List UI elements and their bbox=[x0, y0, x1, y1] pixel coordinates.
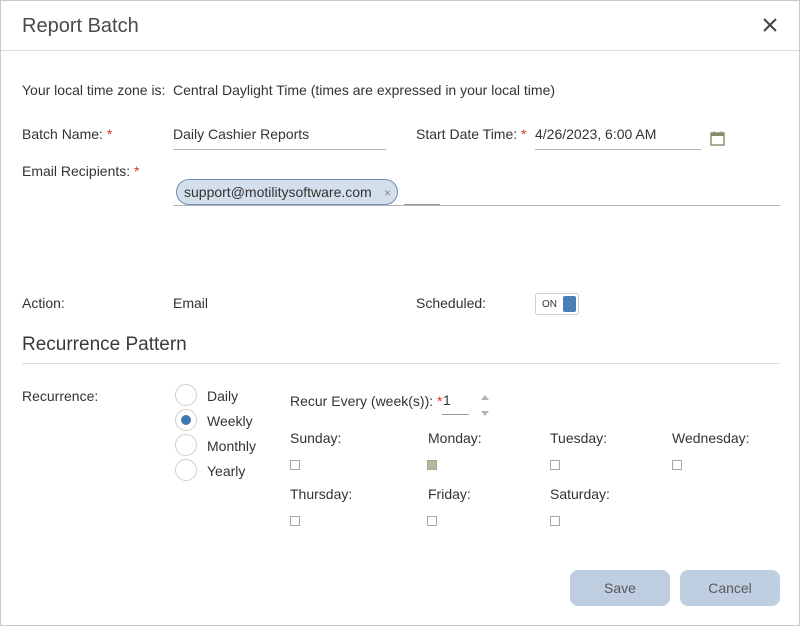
report-batch-dialog: Report Batch Your local time zone is: Ce… bbox=[0, 0, 800, 626]
radio-daily-label[interactable]: Daily bbox=[207, 388, 238, 404]
email-recipients-underline bbox=[173, 205, 780, 206]
recurrence-label: Recurrence: bbox=[22, 388, 99, 404]
day-monday-label: Monday: bbox=[428, 430, 482, 446]
radio-daily[interactable] bbox=[175, 384, 197, 406]
action-label: Action: bbox=[22, 295, 65, 311]
dialog-header: Report Batch bbox=[1, 1, 799, 51]
radio-yearly-label[interactable]: Yearly bbox=[207, 463, 245, 479]
radio-weekly[interactable] bbox=[175, 409, 197, 431]
day-wednesday-checkbox[interactable] bbox=[672, 460, 682, 470]
start-date-time-label: Start Date Time: * bbox=[416, 126, 527, 142]
start-date-time-underline bbox=[535, 149, 701, 150]
close-icon[interactable] bbox=[759, 14, 781, 36]
timezone-label: Your local time zone is: bbox=[22, 82, 166, 98]
chip-remove-icon[interactable]: × bbox=[384, 186, 391, 200]
day-wednesday-label: Wednesday: bbox=[672, 430, 750, 446]
timezone-value: Central Daylight Time (times are express… bbox=[173, 82, 556, 98]
day-friday-label: Friday: bbox=[428, 486, 471, 502]
spinner-up-icon[interactable] bbox=[480, 388, 490, 400]
day-sunday-label: Sunday: bbox=[290, 430, 342, 446]
batch-name-label: Batch Name: * bbox=[22, 126, 113, 142]
dialog-title: Report Batch bbox=[22, 15, 139, 37]
scheduled-toggle[interactable]: ON bbox=[535, 293, 579, 315]
scheduled-label: Scheduled: bbox=[416, 295, 487, 311]
recur-every-input[interactable]: 1 bbox=[442, 390, 469, 415]
recipient-chip-text: support@motilitysoftware.com bbox=[184, 184, 372, 200]
required-mark: * bbox=[521, 126, 527, 142]
radio-weekly-label[interactable]: Weekly bbox=[207, 413, 253, 429]
day-thursday-label: Thursday: bbox=[290, 486, 353, 502]
section-divider bbox=[22, 363, 780, 364]
required-mark: * bbox=[134, 163, 140, 179]
action-value: Email bbox=[173, 295, 209, 311]
radio-monthly[interactable] bbox=[175, 434, 197, 456]
day-sunday-checkbox[interactable] bbox=[290, 460, 300, 470]
day-tuesday-label: Tuesday: bbox=[550, 430, 608, 446]
day-saturday-checkbox[interactable] bbox=[550, 516, 560, 526]
recipient-chip: support@motilitysoftware.com × bbox=[176, 179, 398, 205]
day-tuesday-checkbox[interactable] bbox=[550, 460, 560, 470]
toggle-knob bbox=[563, 296, 576, 312]
spinner-down-icon[interactable] bbox=[480, 404, 490, 416]
day-saturday-label: Saturday: bbox=[550, 486, 610, 502]
start-date-time-input[interactable]: 4/26/2023, 6:00 AM bbox=[535, 126, 656, 142]
section-title-recurrence-pattern: Recurrence Pattern bbox=[22, 334, 187, 355]
batch-name-underline bbox=[173, 149, 386, 150]
batch-name-input[interactable]: Daily Cashier Reports bbox=[173, 126, 309, 142]
toggle-state-text: ON bbox=[542, 299, 557, 310]
day-thursday-checkbox[interactable] bbox=[290, 516, 300, 526]
day-friday-checkbox[interactable] bbox=[427, 516, 437, 526]
day-monday-checkbox[interactable] bbox=[427, 460, 437, 470]
required-mark: * bbox=[106, 126, 113, 142]
recur-every-label: Recur Every (week(s)): * bbox=[290, 393, 443, 409]
radio-monthly-label[interactable]: Monthly bbox=[207, 438, 256, 454]
email-recipients-input[interactable] bbox=[404, 187, 440, 205]
cancel-button[interactable]: Cancel bbox=[680, 570, 780, 606]
calendar-icon[interactable] bbox=[710, 131, 725, 146]
email-recipients-label: Email Recipients: * bbox=[22, 163, 140, 179]
radio-yearly[interactable] bbox=[175, 459, 197, 481]
save-button[interactable]: Save bbox=[570, 570, 670, 606]
